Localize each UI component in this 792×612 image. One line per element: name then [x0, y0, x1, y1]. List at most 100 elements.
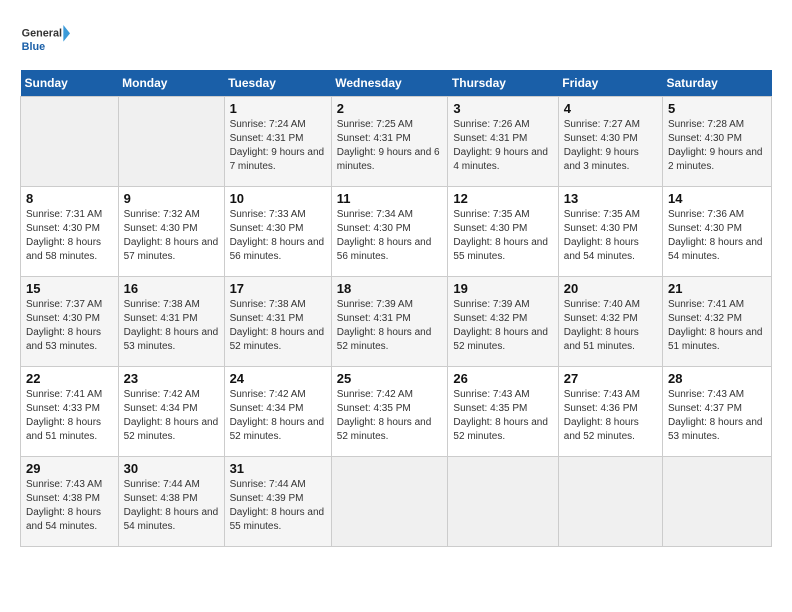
calendar-cell: 2 Sunrise: 7:25 AM Sunset: 4:31 PM Dayli… [331, 97, 448, 187]
day-number: 4 [564, 101, 657, 116]
col-header-monday: Monday [118, 70, 224, 97]
day-number: 18 [337, 281, 443, 296]
day-info: Sunrise: 7:38 AM Sunset: 4:31 PM Dayligh… [124, 298, 219, 354]
calendar-cell: 16 Sunrise: 7:38 AM Sunset: 4:31 PM Dayl… [118, 277, 224, 367]
calendar-cell: 18 Sunrise: 7:39 AM Sunset: 4:31 PM Dayl… [331, 277, 448, 367]
calendar-cell: 4 Sunrise: 7:27 AM Sunset: 4:30 PM Dayli… [558, 97, 662, 187]
day-number: 8 [26, 191, 113, 206]
day-info: Sunrise: 7:36 AM Sunset: 4:30 PM Dayligh… [668, 208, 766, 264]
day-number: 26 [453, 371, 552, 386]
day-number: 15 [26, 281, 113, 296]
day-info: Sunrise: 7:41 AM Sunset: 4:32 PM Dayligh… [668, 298, 766, 354]
calendar-cell: 1 Sunrise: 7:24 AM Sunset: 4:31 PM Dayli… [224, 97, 331, 187]
day-number: 11 [337, 191, 443, 206]
calendar-cell: 21 Sunrise: 7:41 AM Sunset: 4:32 PM Dayl… [662, 277, 771, 367]
day-number: 24 [230, 371, 326, 386]
day-number: 19 [453, 281, 552, 296]
day-number: 25 [337, 371, 443, 386]
col-header-wednesday: Wednesday [331, 70, 448, 97]
day-number: 17 [230, 281, 326, 296]
calendar-week-row: 29 Sunrise: 7:43 AM Sunset: 4:38 PM Dayl… [21, 457, 772, 547]
day-info: Sunrise: 7:43 AM Sunset: 4:36 PM Dayligh… [564, 388, 657, 444]
day-number: 20 [564, 281, 657, 296]
col-header-saturday: Saturday [662, 70, 771, 97]
day-info: Sunrise: 7:35 AM Sunset: 4:30 PM Dayligh… [564, 208, 657, 264]
logo: General Blue [20, 20, 70, 60]
day-info: Sunrise: 7:42 AM Sunset: 4:34 PM Dayligh… [124, 388, 219, 444]
calendar-cell: 20 Sunrise: 7:40 AM Sunset: 4:32 PM Dayl… [558, 277, 662, 367]
calendar-cell [448, 457, 558, 547]
calendar-cell [558, 457, 662, 547]
calendar-cell [21, 97, 119, 187]
calendar-cell: 29 Sunrise: 7:43 AM Sunset: 4:38 PM Dayl… [21, 457, 119, 547]
day-info: Sunrise: 7:32 AM Sunset: 4:30 PM Dayligh… [124, 208, 219, 264]
day-info: Sunrise: 7:26 AM Sunset: 4:31 PM Dayligh… [453, 118, 552, 174]
calendar-cell: 30 Sunrise: 7:44 AM Sunset: 4:38 PM Dayl… [118, 457, 224, 547]
day-number: 31 [230, 461, 326, 476]
day-number: 30 [124, 461, 219, 476]
calendar-cell: 23 Sunrise: 7:42 AM Sunset: 4:34 PM Dayl… [118, 367, 224, 457]
calendar-cell: 14 Sunrise: 7:36 AM Sunset: 4:30 PM Dayl… [662, 187, 771, 277]
day-number: 16 [124, 281, 219, 296]
page-container: General Blue SundayMondayTuesdayWednesda… [20, 20, 772, 547]
day-number: 5 [668, 101, 766, 116]
day-number: 22 [26, 371, 113, 386]
day-info: Sunrise: 7:43 AM Sunset: 4:37 PM Dayligh… [668, 388, 766, 444]
calendar-cell: 24 Sunrise: 7:42 AM Sunset: 4:34 PM Dayl… [224, 367, 331, 457]
calendar-cell: 25 Sunrise: 7:42 AM Sunset: 4:35 PM Dayl… [331, 367, 448, 457]
svg-text:Blue: Blue [22, 41, 45, 53]
calendar-cell: 26 Sunrise: 7:43 AM Sunset: 4:35 PM Dayl… [448, 367, 558, 457]
day-info: Sunrise: 7:42 AM Sunset: 4:34 PM Dayligh… [230, 388, 326, 444]
day-info: Sunrise: 7:31 AM Sunset: 4:30 PM Dayligh… [26, 208, 113, 264]
day-info: Sunrise: 7:40 AM Sunset: 4:32 PM Dayligh… [564, 298, 657, 354]
calendar-cell: 5 Sunrise: 7:28 AM Sunset: 4:30 PM Dayli… [662, 97, 771, 187]
calendar-week-row: 22 Sunrise: 7:41 AM Sunset: 4:33 PM Dayl… [21, 367, 772, 457]
day-info: Sunrise: 7:42 AM Sunset: 4:35 PM Dayligh… [337, 388, 443, 444]
calendar-cell: 15 Sunrise: 7:37 AM Sunset: 4:30 PM Dayl… [21, 277, 119, 367]
day-info: Sunrise: 7:35 AM Sunset: 4:30 PM Dayligh… [453, 208, 552, 264]
day-info: Sunrise: 7:38 AM Sunset: 4:31 PM Dayligh… [230, 298, 326, 354]
calendar-cell: 22 Sunrise: 7:41 AM Sunset: 4:33 PM Dayl… [21, 367, 119, 457]
day-number: 21 [668, 281, 766, 296]
calendar-cell: 12 Sunrise: 7:35 AM Sunset: 4:30 PM Dayl… [448, 187, 558, 277]
calendar-table: SundayMondayTuesdayWednesdayThursdayFrid… [20, 70, 772, 547]
calendar-header-row: SundayMondayTuesdayWednesdayThursdayFrid… [21, 70, 772, 97]
day-number: 9 [124, 191, 219, 206]
calendar-cell [331, 457, 448, 547]
calendar-cell: 13 Sunrise: 7:35 AM Sunset: 4:30 PM Dayl… [558, 187, 662, 277]
day-info: Sunrise: 7:27 AM Sunset: 4:30 PM Dayligh… [564, 118, 657, 174]
calendar-cell: 31 Sunrise: 7:44 AM Sunset: 4:39 PM Dayl… [224, 457, 331, 547]
day-number: 12 [453, 191, 552, 206]
calendar-cell: 8 Sunrise: 7:31 AM Sunset: 4:30 PM Dayli… [21, 187, 119, 277]
col-header-friday: Friday [558, 70, 662, 97]
day-info: Sunrise: 7:28 AM Sunset: 4:30 PM Dayligh… [668, 118, 766, 174]
col-header-thursday: Thursday [448, 70, 558, 97]
day-info: Sunrise: 7:44 AM Sunset: 4:39 PM Dayligh… [230, 478, 326, 534]
day-info: Sunrise: 7:33 AM Sunset: 4:30 PM Dayligh… [230, 208, 326, 264]
day-number: 13 [564, 191, 657, 206]
calendar-cell: 11 Sunrise: 7:34 AM Sunset: 4:30 PM Dayl… [331, 187, 448, 277]
header: General Blue [20, 20, 772, 60]
svg-text:General: General [22, 28, 62, 40]
day-info: Sunrise: 7:24 AM Sunset: 4:31 PM Dayligh… [230, 118, 326, 174]
logo-svg: General Blue [20, 20, 70, 60]
day-number: 14 [668, 191, 766, 206]
day-number: 29 [26, 461, 113, 476]
day-info: Sunrise: 7:37 AM Sunset: 4:30 PM Dayligh… [26, 298, 113, 354]
day-info: Sunrise: 7:39 AM Sunset: 4:32 PM Dayligh… [453, 298, 552, 354]
calendar-cell: 10 Sunrise: 7:33 AM Sunset: 4:30 PM Dayl… [224, 187, 331, 277]
calendar-week-row: 15 Sunrise: 7:37 AM Sunset: 4:30 PM Dayl… [21, 277, 772, 367]
day-number: 3 [453, 101, 552, 116]
calendar-week-row: 8 Sunrise: 7:31 AM Sunset: 4:30 PM Dayli… [21, 187, 772, 277]
calendar-cell [662, 457, 771, 547]
day-number: 27 [564, 371, 657, 386]
day-number: 28 [668, 371, 766, 386]
day-info: Sunrise: 7:34 AM Sunset: 4:30 PM Dayligh… [337, 208, 443, 264]
day-number: 10 [230, 191, 326, 206]
day-number: 2 [337, 101, 443, 116]
calendar-week-row: 1 Sunrise: 7:24 AM Sunset: 4:31 PM Dayli… [21, 97, 772, 187]
col-header-tuesday: Tuesday [224, 70, 331, 97]
calendar-cell [118, 97, 224, 187]
calendar-cell: 27 Sunrise: 7:43 AM Sunset: 4:36 PM Dayl… [558, 367, 662, 457]
calendar-cell: 3 Sunrise: 7:26 AM Sunset: 4:31 PM Dayli… [448, 97, 558, 187]
